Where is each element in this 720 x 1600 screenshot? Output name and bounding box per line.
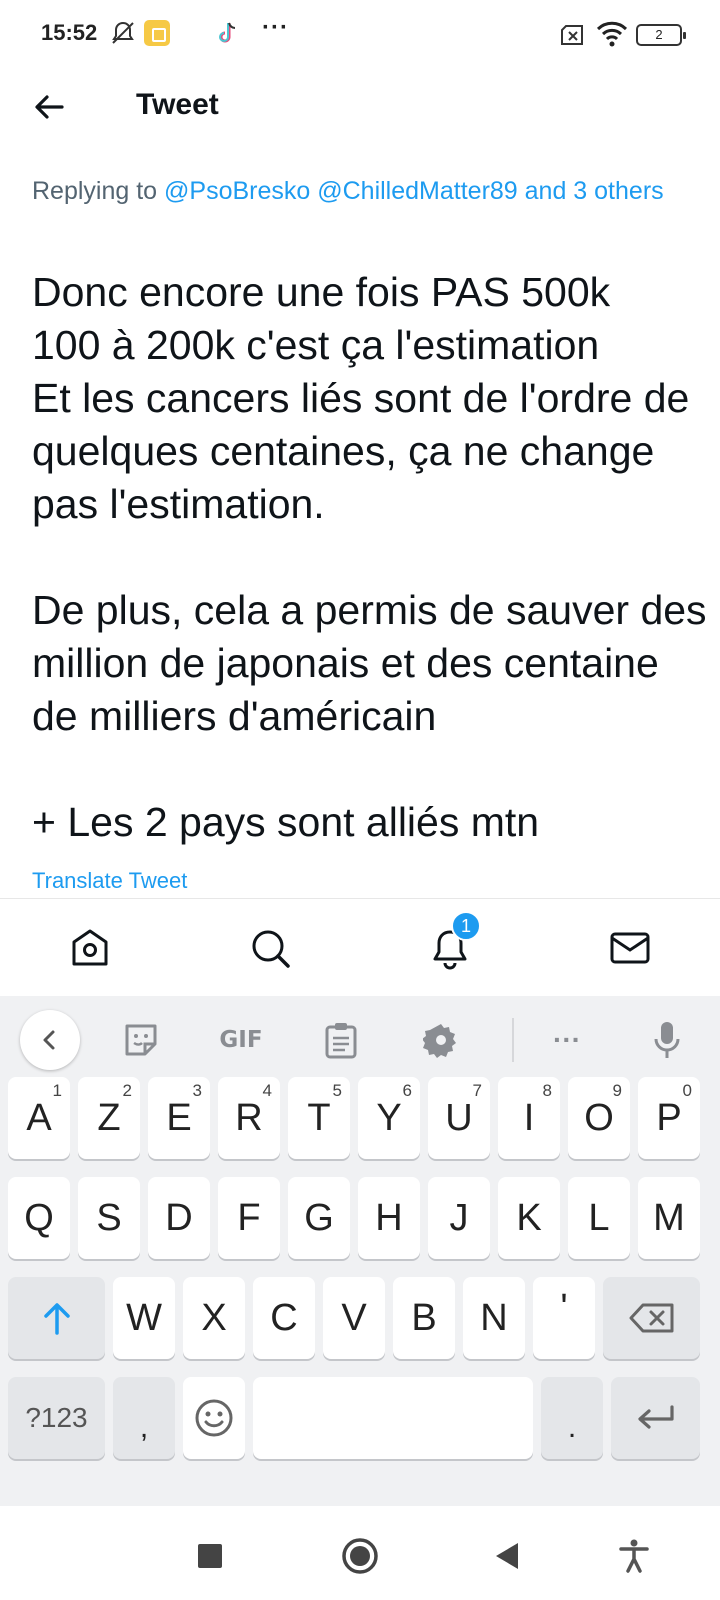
replying-handles-link[interactable]: @PsoBresko @ChilledMatter89 and 3 others (164, 177, 664, 205)
keyboard-collapse-button[interactable] (20, 1010, 80, 1070)
system-navigation-bar (0, 1508, 720, 1600)
home-circle-icon (342, 1538, 378, 1574)
key-u[interactable]: U7 (428, 1077, 490, 1159)
status-bar: 15:52 ··· 2 (0, 0, 720, 70)
nav-notifications-button[interactable]: 1 (425, 911, 481, 973)
nav-messages-button[interactable] (605, 923, 655, 973)
key-a[interactable]: A1 (8, 1077, 70, 1159)
sticker-icon (125, 1024, 157, 1056)
nav-search-button[interactable] (245, 923, 295, 973)
key-o[interactable]: O9 (568, 1077, 630, 1159)
page-title: Tweet (136, 88, 219, 121)
symbols-key[interactable]: ?123 (8, 1377, 105, 1459)
key-c[interactable]: C (253, 1277, 315, 1359)
key-b[interactable]: B (393, 1277, 455, 1359)
key-p[interactable]: P0 (638, 1077, 700, 1159)
backspace-icon (629, 1303, 673, 1333)
period-key[interactable]: . (541, 1377, 603, 1459)
back-triangle-icon (496, 1543, 518, 1569)
keyboard-settings-button[interactable] (418, 1018, 464, 1062)
key-apostrophe[interactable]: ' (533, 1277, 595, 1359)
collapse-chevron-icon (43, 1030, 55, 1050)
key-i[interactable]: I8 (498, 1077, 560, 1159)
emoji-key[interactable] (183, 1377, 245, 1459)
recent-apps-icon (198, 1544, 222, 1568)
replying-to: Replying to @PsoBresko @ChilledMatter89 … (32, 172, 692, 210)
key-x[interactable]: X (183, 1277, 245, 1359)
gif-icon: GIF (219, 1027, 263, 1053)
key-z[interactable]: Z2 (78, 1077, 140, 1159)
notification-count-badge: 1 (451, 911, 481, 941)
settings-icon (423, 1024, 456, 1058)
key-v[interactable]: V (323, 1277, 385, 1359)
keyboard: GIF ··· A1 Z2 E3 R4 T5 Y6 U7 I8 O9 P0 Q … (0, 996, 720, 1506)
more-dots-icon: ··· (262, 14, 289, 41)
enter-key[interactable] (611, 1377, 700, 1459)
comma-key[interactable]: , (113, 1377, 175, 1459)
arrow-left-icon (35, 95, 64, 119)
wifi-icon (596, 20, 628, 48)
app-badge-icon (144, 20, 170, 46)
app-header: Tweet (0, 72, 720, 142)
bell-off-icon (110, 20, 136, 46)
key-w[interactable]: W (113, 1277, 175, 1359)
gif-button[interactable]: GIF (216, 1018, 266, 1062)
bottom-navigation: 1 (0, 898, 720, 996)
clipboard-button[interactable] (318, 1018, 364, 1062)
backspace-key[interactable] (603, 1277, 700, 1359)
home-icon (72, 929, 108, 966)
battery-icon: 2 (636, 24, 686, 46)
sticker-button[interactable] (118, 1018, 164, 1062)
more-icon: ··· (553, 1024, 581, 1055)
home-system-button[interactable] (340, 1536, 380, 1576)
status-time: 15:52 (41, 20, 98, 45)
keyboard-toolbar: GIF ··· (0, 996, 720, 1086)
replying-prefix: Replying to (32, 177, 165, 205)
accessibility-icon (619, 1539, 649, 1573)
recent-apps-button[interactable] (190, 1536, 230, 1576)
tiktok-icon (213, 18, 243, 48)
key-y[interactable]: Y6 (358, 1077, 420, 1159)
clipboard-icon (325, 1023, 357, 1059)
tweet-text: Donc encore une fois PAS 500k 100 à 200k… (32, 269, 707, 845)
back-system-button[interactable] (487, 1536, 527, 1576)
enter-icon (637, 1405, 674, 1429)
key-q[interactable]: Q (8, 1177, 70, 1259)
key-l[interactable]: L (568, 1177, 630, 1259)
key-n[interactable]: N (463, 1277, 525, 1359)
key-d[interactable]: D (148, 1177, 210, 1259)
key-h[interactable]: H (358, 1177, 420, 1259)
key-r[interactable]: R4 (218, 1077, 280, 1159)
key-k[interactable]: K (498, 1177, 560, 1259)
nav-home-button[interactable] (65, 923, 115, 973)
key-t[interactable]: T5 (288, 1077, 350, 1159)
microphone-icon (654, 1022, 680, 1058)
shift-key[interactable] (8, 1277, 105, 1359)
accessibility-button[interactable] (614, 1536, 654, 1576)
key-m[interactable]: M (638, 1177, 700, 1259)
key-e[interactable]: E3 (148, 1077, 210, 1159)
no-sim-icon (560, 24, 586, 46)
emoji-icon (195, 1399, 233, 1437)
voice-input-button[interactable] (644, 1018, 690, 1062)
toolbar-divider (512, 1018, 514, 1062)
key-j[interactable]: J (428, 1177, 490, 1259)
shift-arrow-icon (43, 1303, 70, 1335)
messages-icon (610, 932, 650, 964)
search-icon (252, 930, 290, 968)
space-key[interactable] (253, 1377, 533, 1459)
back-button[interactable] (28, 86, 70, 128)
key-s[interactable]: S (78, 1177, 140, 1259)
translate-tweet-link[interactable]: Translate Tweet (32, 868, 187, 894)
key-f[interactable]: F (218, 1177, 280, 1259)
keyboard-more-button[interactable]: ··· (544, 1018, 590, 1062)
key-g[interactable]: G (288, 1177, 350, 1259)
